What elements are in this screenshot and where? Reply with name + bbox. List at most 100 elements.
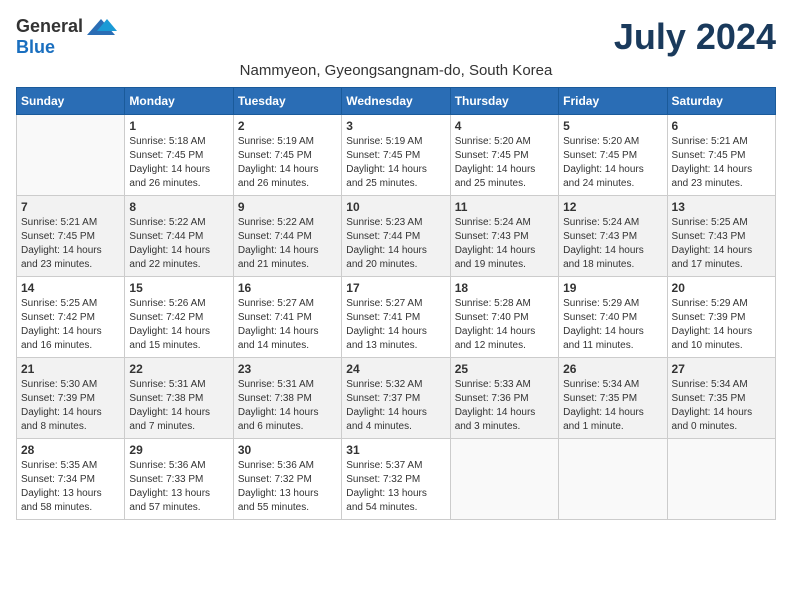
calendar-cell: 22 Sunrise: 5:31 AM Sunset: 7:38 PM Dayli… <box>125 358 233 439</box>
calendar-cell <box>667 439 775 520</box>
calendar-cell: 2 Sunrise: 5:19 AM Sunset: 7:45 PM Daylig… <box>233 115 341 196</box>
calendar-cell: 3 Sunrise: 5:19 AM Sunset: 7:45 PM Daylig… <box>342 115 450 196</box>
day-number: 18 <box>455 281 554 295</box>
day-info: Sunrise: 5:28 AM Sunset: 7:40 PM Dayligh… <box>455 297 554 353</box>
day-number: 3 <box>346 119 445 133</box>
calendar-cell: 30 Sunrise: 5:36 AM Sunset: 7:32 PM Dayli… <box>233 439 341 520</box>
day-number: 29 <box>129 443 228 457</box>
day-number: 26 <box>563 362 662 376</box>
day-number: 21 <box>21 362 120 376</box>
calendar-cell: 25 Sunrise: 5:33 AM Sunset: 7:36 PM Dayli… <box>450 358 558 439</box>
calendar-cell: 16 Sunrise: 5:27 AM Sunset: 7:41 PM Dayli… <box>233 277 341 358</box>
day-header-wednesday: Wednesday <box>342 88 450 115</box>
day-number: 6 <box>672 119 771 133</box>
day-number: 22 <box>129 362 228 376</box>
day-info: Sunrise: 5:18 AM Sunset: 7:45 PM Dayligh… <box>129 135 228 191</box>
day-info: Sunrise: 5:31 AM Sunset: 7:38 PM Dayligh… <box>238 378 337 434</box>
calendar-cell: 9 Sunrise: 5:22 AM Sunset: 7:44 PM Daylig… <box>233 196 341 277</box>
day-info: Sunrise: 5:21 AM Sunset: 7:45 PM Dayligh… <box>21 216 120 272</box>
day-info: Sunrise: 5:34 AM Sunset: 7:35 PM Dayligh… <box>563 378 662 434</box>
day-number: 25 <box>455 362 554 376</box>
calendar-cell: 20 Sunrise: 5:29 AM Sunset: 7:39 PM Dayli… <box>667 277 775 358</box>
calendar-cell: 27 Sunrise: 5:34 AM Sunset: 7:35 PM Dayli… <box>667 358 775 439</box>
day-info: Sunrise: 5:29 AM Sunset: 7:39 PM Dayligh… <box>672 297 771 353</box>
day-number: 12 <box>563 200 662 214</box>
calendar-cell: 23 Sunrise: 5:31 AM Sunset: 7:38 PM Dayli… <box>233 358 341 439</box>
day-number: 7 <box>21 200 120 214</box>
day-info: Sunrise: 5:22 AM Sunset: 7:44 PM Dayligh… <box>238 216 337 272</box>
day-info: Sunrise: 5:30 AM Sunset: 7:39 PM Dayligh… <box>21 378 120 434</box>
calendar-table: SundayMondayTuesdayWednesdayThursdayFrid… <box>16 87 776 520</box>
day-info: Sunrise: 5:20 AM Sunset: 7:45 PM Dayligh… <box>455 135 554 191</box>
day-number: 30 <box>238 443 337 457</box>
day-number: 13 <box>672 200 771 214</box>
calendar-cell: 6 Sunrise: 5:21 AM Sunset: 7:45 PM Daylig… <box>667 115 775 196</box>
day-info: Sunrise: 5:22 AM Sunset: 7:44 PM Dayligh… <box>129 216 228 272</box>
day-header-thursday: Thursday <box>450 88 558 115</box>
day-number: 4 <box>455 119 554 133</box>
calendar-cell: 7 Sunrise: 5:21 AM Sunset: 7:45 PM Daylig… <box>17 196 125 277</box>
day-info: Sunrise: 5:32 AM Sunset: 7:37 PM Dayligh… <box>346 378 445 434</box>
day-number: 19 <box>563 281 662 295</box>
day-number: 15 <box>129 281 228 295</box>
day-number: 8 <box>129 200 228 214</box>
day-number: 17 <box>346 281 445 295</box>
day-info: Sunrise: 5:29 AM Sunset: 7:40 PM Dayligh… <box>563 297 662 353</box>
day-number: 5 <box>563 119 662 133</box>
day-info: Sunrise: 5:31 AM Sunset: 7:38 PM Dayligh… <box>129 378 228 434</box>
day-number: 14 <box>21 281 120 295</box>
day-info: Sunrise: 5:27 AM Sunset: 7:41 PM Dayligh… <box>346 297 445 353</box>
day-info: Sunrise: 5:21 AM Sunset: 7:45 PM Dayligh… <box>672 135 771 191</box>
day-header-friday: Friday <box>559 88 667 115</box>
day-number: 16 <box>238 281 337 295</box>
calendar-cell: 10 Sunrise: 5:23 AM Sunset: 7:44 PM Dayli… <box>342 196 450 277</box>
day-number: 27 <box>672 362 771 376</box>
day-header-tuesday: Tuesday <box>233 88 341 115</box>
day-info: Sunrise: 5:36 AM Sunset: 7:32 PM Dayligh… <box>238 459 337 515</box>
calendar-cell: 31Sunrise: 5:37 AM Sunset: 7:32 PM Dayli… <box>342 439 450 520</box>
day-info: Sunrise: 5:19 AM Sunset: 7:45 PM Dayligh… <box>238 135 337 191</box>
calendar-cell: 4 Sunrise: 5:20 AM Sunset: 7:45 PM Daylig… <box>450 115 558 196</box>
day-number: 28 <box>21 443 120 457</box>
day-number: 24 <box>346 362 445 376</box>
day-number: 2 <box>238 119 337 133</box>
calendar-cell: 12 Sunrise: 5:24 AM Sunset: 7:43 PM Dayli… <box>559 196 667 277</box>
day-header-saturday: Saturday <box>667 88 775 115</box>
logo: General Blue <box>16 16 117 58</box>
calendar-cell: 21 Sunrise: 5:30 AM Sunset: 7:39 PM Dayli… <box>17 358 125 439</box>
calendar-cell: 19 Sunrise: 5:29 AM Sunset: 7:40 PM Dayli… <box>559 277 667 358</box>
day-number: 20 <box>672 281 771 295</box>
logo-icon <box>85 17 117 37</box>
calendar-cell: 1Sunrise: 5:18 AM Sunset: 7:45 PM Daylig… <box>125 115 233 196</box>
calendar-cell <box>559 439 667 520</box>
calendar-cell: 13 Sunrise: 5:25 AM Sunset: 7:43 PM Dayli… <box>667 196 775 277</box>
day-info: Sunrise: 5:24 AM Sunset: 7:43 PM Dayligh… <box>455 216 554 272</box>
day-number: 9 <box>238 200 337 214</box>
calendar-cell: 15 Sunrise: 5:26 AM Sunset: 7:42 PM Dayli… <box>125 277 233 358</box>
calendar-cell: 29 Sunrise: 5:36 AM Sunset: 7:33 PM Dayli… <box>125 439 233 520</box>
calendar-cell: 5Sunrise: 5:20 AM Sunset: 7:45 PM Daylig… <box>559 115 667 196</box>
day-number: 23 <box>238 362 337 376</box>
day-number: 10 <box>346 200 445 214</box>
calendar-subtitle: Nammyeon, Gyeongsangnam-do, South Korea <box>16 62 776 79</box>
day-info: Sunrise: 5:26 AM Sunset: 7:42 PM Dayligh… <box>129 297 228 353</box>
calendar-cell: 18 Sunrise: 5:28 AM Sunset: 7:40 PM Dayli… <box>450 277 558 358</box>
day-info: Sunrise: 5:33 AM Sunset: 7:36 PM Dayligh… <box>455 378 554 434</box>
day-info: Sunrise: 5:25 AM Sunset: 7:42 PM Dayligh… <box>21 297 120 353</box>
day-header-monday: Monday <box>125 88 233 115</box>
day-info: Sunrise: 5:25 AM Sunset: 7:43 PM Dayligh… <box>672 216 771 272</box>
day-info: Sunrise: 5:24 AM Sunset: 7:43 PM Dayligh… <box>563 216 662 272</box>
day-info: Sunrise: 5:23 AM Sunset: 7:44 PM Dayligh… <box>346 216 445 272</box>
day-info: Sunrise: 5:19 AM Sunset: 7:45 PM Dayligh… <box>346 135 445 191</box>
day-info: Sunrise: 5:27 AM Sunset: 7:41 PM Dayligh… <box>238 297 337 353</box>
calendar-cell: 28Sunrise: 5:35 AM Sunset: 7:34 PM Dayli… <box>17 439 125 520</box>
day-info: Sunrise: 5:36 AM Sunset: 7:33 PM Dayligh… <box>129 459 228 515</box>
day-number: 31 <box>346 443 445 457</box>
day-info: Sunrise: 5:34 AM Sunset: 7:35 PM Dayligh… <box>672 378 771 434</box>
calendar-cell: 26 Sunrise: 5:34 AM Sunset: 7:35 PM Dayli… <box>559 358 667 439</box>
logo-blue-text: Blue <box>16 37 55 58</box>
calendar-cell: 24 Sunrise: 5:32 AM Sunset: 7:37 PM Dayli… <box>342 358 450 439</box>
calendar-cell: 11 Sunrise: 5:24 AM Sunset: 7:43 PM Dayli… <box>450 196 558 277</box>
day-number: 11 <box>455 200 554 214</box>
calendar-cell <box>17 115 125 196</box>
